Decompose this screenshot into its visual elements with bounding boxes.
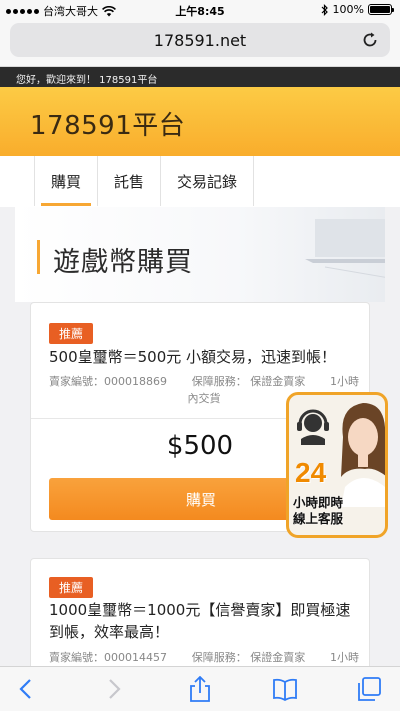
support-agent-avatar [341,403,385,507]
battery-icon [368,4,394,15]
back-icon[interactable] [14,676,40,702]
seller-label: 賣家編號： [49,651,104,664]
seller-id: 賣家編號：000014457 [49,649,167,666]
seller-label: 賣家編號： [49,375,104,388]
status-bar: 台湾大哥大 上午8:45 100% [0,0,400,20]
section-banner: 遊戲幣購買 [15,207,385,302]
support-caption-line2: 線上客服 [293,511,344,526]
tabs-icon[interactable] [356,676,382,702]
service-info: 保障服務： 保證金賣家 [192,373,306,390]
status-right: 100% [321,3,394,16]
service-info: 保障服務： 保證金賣家 [192,649,306,666]
listing-title[interactable]: 1000皇璽幣＝1000元【信譽賣家】即買極速到帳，效率最高！ [49,599,359,643]
share-icon[interactable] [187,676,213,702]
delivery-time: 1小時 [330,375,359,388]
customer-service-widget[interactable]: 24 小時即時 線上客服 [286,392,388,538]
seller-id-value: 000018869 [104,375,167,388]
listing-title[interactable]: 500皇璽幣＝500元 小額交易，迅速到帳！ [49,346,359,368]
recommended-badge: 推薦 [49,323,94,344]
banner-accent-bar [37,240,40,274]
support-hours-number: 24 [295,457,327,488]
forward-icon[interactable] [100,676,126,702]
service-value: 保證金賣家 [250,375,306,388]
page-title: 遊戲幣購買 [53,247,193,278]
address-bar[interactable]: 178591.net [10,23,390,57]
delivery-time: 1小時 [330,651,359,664]
main-nav: 購買 託售 交易記錄 [0,156,400,207]
service-value: 保證金賣家 [250,651,306,664]
tab-consign[interactable]: 託售 [98,156,162,206]
headset-icon [297,409,329,445]
recommended-badge: 推薦 [49,577,94,598]
reload-icon[interactable] [360,30,380,50]
support-caption: 小時即時 線上客服 [293,495,343,527]
battery-level [370,6,390,13]
support-caption-line1: 小時即時 [293,495,344,510]
site-header: 178591平台 [0,87,400,156]
bookmarks-icon[interactable] [272,676,298,702]
battery-percent: 100% [332,3,364,16]
service-label: 保障服務： [191,375,247,388]
browser-toolbar [0,666,400,711]
tab-transaction-history[interactable]: 交易記錄 [161,156,255,206]
laptop-decoration [305,219,385,278]
seller-id: 賣家編號：000018869 [49,373,167,390]
nav-tabs: 購買 託售 交易記錄 [34,156,255,206]
listing-card[interactable]: 推薦 1000皇璽幣＝1000元【信譽賣家】即買極速到帳，效率最高！ 賣家編號：… [30,558,370,678]
seller-id-value: 000014457 [104,651,167,664]
bluetooth-icon [321,3,328,16]
site-title[interactable]: 178591平台 [30,105,185,142]
greeting-bar: 您好，歡迎來到！ 178591平台 [0,67,400,87]
listing-meta: 賣家編號：000014457 保障服務： 保證金賣家 1小時 [49,649,359,666]
url-text[interactable]: 178591.net [10,31,390,50]
browser-address-area: 178591.net [0,20,400,67]
service-label: 保障服務： [191,651,247,664]
tab-buy[interactable]: 購買 [35,156,99,206]
